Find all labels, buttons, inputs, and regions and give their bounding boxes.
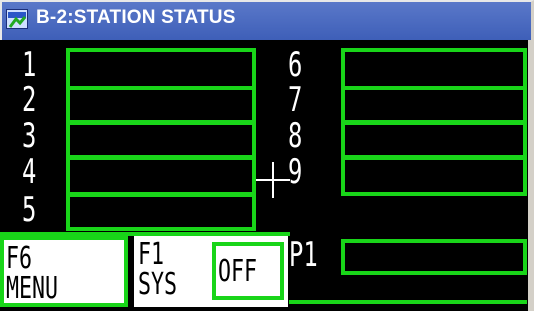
printer-label: P1 [289, 235, 318, 275]
station-number-4: 4 [22, 152, 37, 192]
station-number-2: 2 [22, 80, 37, 120]
window-title: B-2:STATION STATUS [36, 7, 236, 28]
sys-status-value: OFF [218, 254, 258, 289]
station-number-9: 9 [288, 152, 303, 192]
f6-menu-key-label: F6 [6, 241, 33, 276]
f6-menu-label: MENU [6, 271, 59, 306]
terminal-app-icon [6, 9, 28, 29]
f1-sys-button[interactable]: F1 SYS OFF [134, 236, 288, 307]
window-frame-right [528, 40, 534, 311]
station-number-1: 1 [22, 45, 37, 85]
station-slot-1[interactable] [66, 48, 256, 90]
station-slot-2[interactable] [66, 86, 256, 124]
f6-menu-button[interactable]: F6 MENU [0, 236, 128, 307]
station-number-6: 6 [288, 45, 303, 85]
printer-slot-p1[interactable] [341, 239, 527, 275]
station-slot-9[interactable] [341, 156, 527, 196]
station-slot-6[interactable] [341, 48, 527, 90]
station-number-7: 7 [288, 80, 303, 120]
f1-sys-key-label: F1 [138, 237, 165, 272]
sys-status-toggle[interactable]: OFF [212, 242, 284, 300]
station-number-3: 3 [22, 116, 37, 156]
station-number-8: 8 [288, 116, 303, 156]
station-slot-4[interactable] [66, 156, 256, 196]
station-slot-5[interactable] [66, 193, 256, 231]
station-slot-7[interactable] [341, 86, 527, 124]
f1-sys-label: SYS [138, 267, 178, 302]
station-slot-3[interactable] [66, 121, 256, 159]
station-slot-8[interactable] [341, 121, 527, 159]
station-number-5: 5 [22, 190, 37, 230]
crosshair-cursor-icon [256, 162, 290, 198]
printer-underline [289, 300, 527, 304]
